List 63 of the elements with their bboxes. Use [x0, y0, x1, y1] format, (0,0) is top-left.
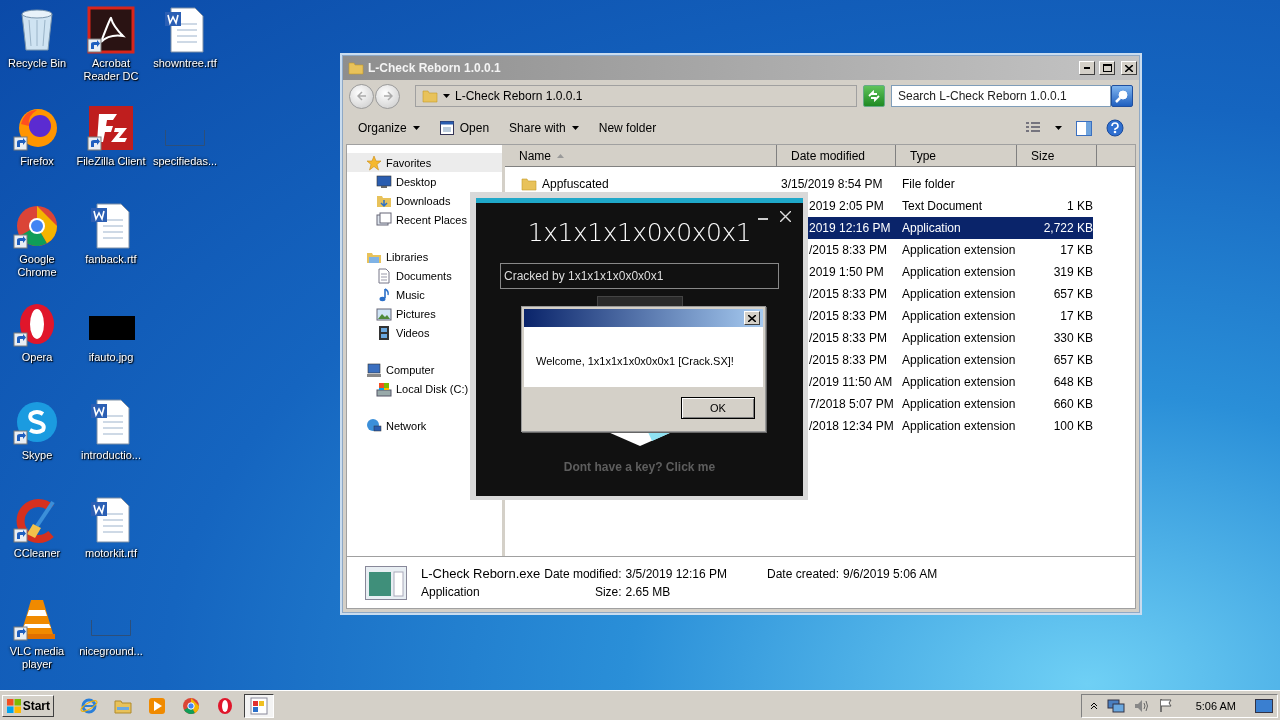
window-title: L-Check Reborn 1.0.0.1	[368, 61, 502, 75]
size-cell: 17 KB	[1060, 243, 1093, 257]
type-cell: Application extension	[902, 243, 1016, 257]
date-cell: /2018 12:34 PM	[809, 419, 894, 433]
type-cell: Application extension	[902, 331, 1016, 345]
size-cell: 1 KB	[1067, 199, 1093, 213]
size-cell: 657 KB	[1053, 353, 1093, 367]
date-cell: /2015 8:33 PM	[809, 309, 888, 323]
desktop-icon-label: introductio...	[81, 449, 141, 462]
desktop-icon-label: motorkit.rtf	[85, 547, 137, 560]
size-cell: 17 KB	[1060, 309, 1093, 323]
date-cell: /2015 8:33 PM	[809, 353, 888, 367]
type-cell: Application extension	[902, 309, 1016, 323]
desktop-icon-label: Google Chrome	[16, 253, 58, 279]
detail-value: 9/6/2019 5:06 AM	[843, 566, 938, 581]
size-cell: 330 KB	[1053, 331, 1093, 345]
desktop-icon-label: showntree.rtf	[153, 57, 217, 70]
date-cell: 2019 12:16 PM	[809, 221, 891, 235]
desktop-icon-label: Opera	[21, 351, 53, 364]
date-cell: 7/2018 5:07 PM	[809, 397, 894, 411]
date-cell: /2015 8:33 PM	[809, 243, 888, 257]
desktop-icon-label: Recycle Bin	[7, 57, 67, 70]
size-cell: 100 KB	[1053, 419, 1093, 433]
size-cell: 648 KB	[1053, 375, 1093, 389]
type-cell: Application extension	[902, 397, 1016, 411]
date-cell: 3/15/2019 8:54 PM	[781, 177, 883, 191]
type-cell: Text Document	[902, 199, 983, 213]
desktop-icon-label: FileZilla Client	[76, 155, 146, 168]
file-name: L-Check Reborn.exe	[421, 566, 541, 581]
size-cell: 657 KB	[1053, 287, 1093, 301]
size-cell: 319 KB	[1053, 265, 1093, 279]
size-cell: 660 KB	[1053, 397, 1093, 411]
desktop-icon-label: CCleaner	[13, 547, 61, 560]
detail-value: 3/5/2019 12:16 PM	[625, 566, 728, 581]
type-cell: Application extension	[902, 353, 1016, 367]
type-cell: Application extension	[902, 265, 1016, 279]
date-cell: 2019 1:50 PM	[809, 265, 884, 279]
desktop-icon-label: ifauto.jpg	[88, 351, 134, 364]
type-cell: Application	[902, 221, 961, 235]
desktop-icon-label: niceground...	[79, 645, 143, 658]
message-text: Welcome, 1x1x1x1x0x0x0x1 [Crack.SX]!	[536, 355, 734, 367]
desktop-icon-label: VLC media player	[8, 645, 66, 671]
desktop-icon-label: fanback.rtf	[85, 253, 137, 266]
detail-label: Date modified:	[544, 566, 622, 581]
desktop-icon-label: Skype	[21, 449, 53, 462]
size-cell: 2,722 KB	[1043, 221, 1093, 235]
detail-value: 2.65 MB	[625, 585, 671, 599]
desktop-icon-label: specifiedas...	[152, 155, 218, 168]
date-cell: /2015 8:33 PM	[809, 287, 888, 301]
detail-label: Date created:	[767, 566, 840, 581]
file-type: Application	[421, 585, 480, 599]
date-cell: /2015 8:33 PM	[809, 331, 888, 345]
type-cell: Application extension	[902, 287, 1016, 301]
app-title: 1x1x1x1x0x0x0x1	[527, 218, 752, 248]
detail-label: Size:	[594, 585, 622, 599]
type-cell: File folder	[902, 177, 955, 191]
file-name: Appfuscated	[542, 177, 609, 191]
type-cell: Application extension	[902, 419, 1016, 433]
date-cell: 2019 2:05 PM	[809, 199, 884, 213]
desktop-icon-label: Acrobat Reader DC	[82, 57, 140, 83]
desktop-icon-label: Firefox	[20, 155, 54, 168]
date-cell: /2019 11:50 AM	[809, 375, 893, 389]
type-cell: Application extension	[902, 375, 1016, 389]
